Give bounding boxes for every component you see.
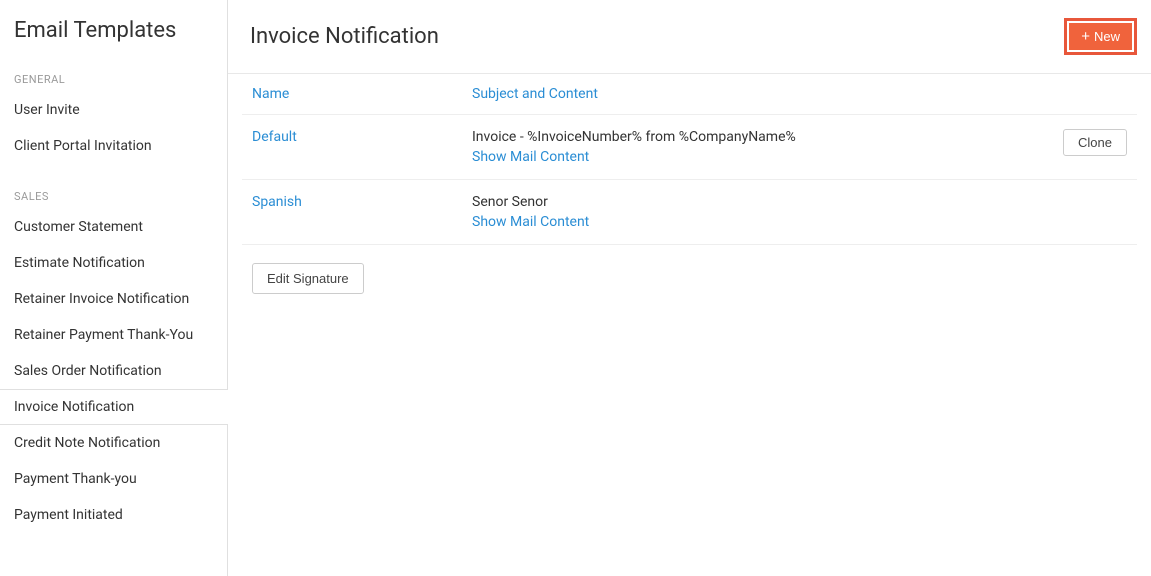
template-subject: Senor Senor — [472, 194, 987, 210]
main: Invoice Notification + New Name Subject … — [228, 0, 1151, 576]
main-header: Invoice Notification + New — [228, 0, 1151, 74]
footer-actions: Edit Signature — [228, 245, 1151, 312]
sidebar-item-sales-order-notification[interactable]: Sales Order Notification — [0, 353, 227, 389]
sidebar-item-label: Customer Statement — [14, 219, 143, 235]
new-button-highlight: + New — [1064, 18, 1137, 55]
sidebar-item-label: Payment Thank-you — [14, 471, 137, 487]
template-name-link[interactable]: Spanish — [252, 194, 302, 210]
sidebar-item-label: Credit Note Notification — [14, 435, 160, 451]
sidebar-item-estimate-notification[interactable]: Estimate Notification — [0, 245, 227, 281]
templates-table: Name Subject and Content Default Invoice… — [242, 74, 1137, 245]
sidebar-item-label: User Invite — [14, 102, 80, 118]
sidebar-item-customer-statement[interactable]: Customer Statement — [0, 209, 227, 245]
sidebar-section-sales: SALES — [0, 182, 227, 209]
sidebar: Email Templates GENERAL User Invite Clie… — [0, 0, 228, 576]
templates-table-wrap: Name Subject and Content Default Invoice… — [228, 74, 1151, 245]
sidebar-item-label: Invoice Notification — [14, 399, 134, 415]
clone-button[interactable]: Clone — [1063, 129, 1127, 156]
sidebar-item-client-portal-invitation[interactable]: Client Portal Invitation — [0, 128, 227, 164]
sidebar-item-retainer-invoice-notification[interactable]: Retainer Invoice Notification — [0, 281, 227, 317]
sidebar-section-general: GENERAL — [0, 65, 227, 92]
template-subject: Invoice - %InvoiceNumber% from %CompanyN… — [472, 129, 987, 145]
sidebar-item-label: Estimate Notification — [14, 255, 145, 271]
sidebar-item-retainer-payment-thank-you[interactable]: Retainer Payment Thank-You — [0, 317, 227, 353]
sidebar-item-payment-initiated[interactable]: Payment Initiated — [0, 497, 227, 533]
template-name-link[interactable]: Default — [252, 129, 297, 145]
sidebar-item-label: Client Portal Invitation — [14, 138, 152, 154]
column-header-action — [997, 74, 1137, 115]
show-mail-content-link[interactable]: Show Mail Content — [472, 149, 589, 165]
show-mail-content-link[interactable]: Show Mail Content — [472, 214, 589, 230]
edit-signature-button[interactable]: Edit Signature — [252, 263, 364, 294]
sidebar-item-label: Retainer Payment Thank-You — [14, 327, 193, 343]
sidebar-item-label: Payment Initiated — [14, 507, 123, 523]
sidebar-spacer — [0, 164, 227, 182]
new-button[interactable]: + New — [1069, 23, 1132, 50]
sidebar-item-payment-thank-you[interactable]: Payment Thank-you — [0, 461, 227, 497]
column-header-subject[interactable]: Subject and Content — [462, 74, 997, 115]
sidebar-item-invoice-notification[interactable]: Invoice Notification — [0, 389, 228, 425]
column-header-name[interactable]: Name — [242, 74, 462, 115]
sidebar-item-label: Retainer Invoice Notification — [14, 291, 189, 307]
plus-icon: + — [1081, 29, 1090, 44]
new-button-label: New — [1094, 29, 1120, 44]
sidebar-item-label: Sales Order Notification — [14, 363, 162, 379]
table-row: Default Invoice - %InvoiceNumber% from %… — [242, 115, 1137, 180]
table-row: Spanish Senor Senor Show Mail Content — [242, 180, 1137, 245]
sidebar-item-credit-note-notification[interactable]: Credit Note Notification — [0, 425, 227, 461]
page-title: Invoice Notification — [250, 24, 439, 49]
sidebar-item-user-invite[interactable]: User Invite — [0, 92, 227, 128]
sidebar-title: Email Templates — [0, 18, 227, 65]
